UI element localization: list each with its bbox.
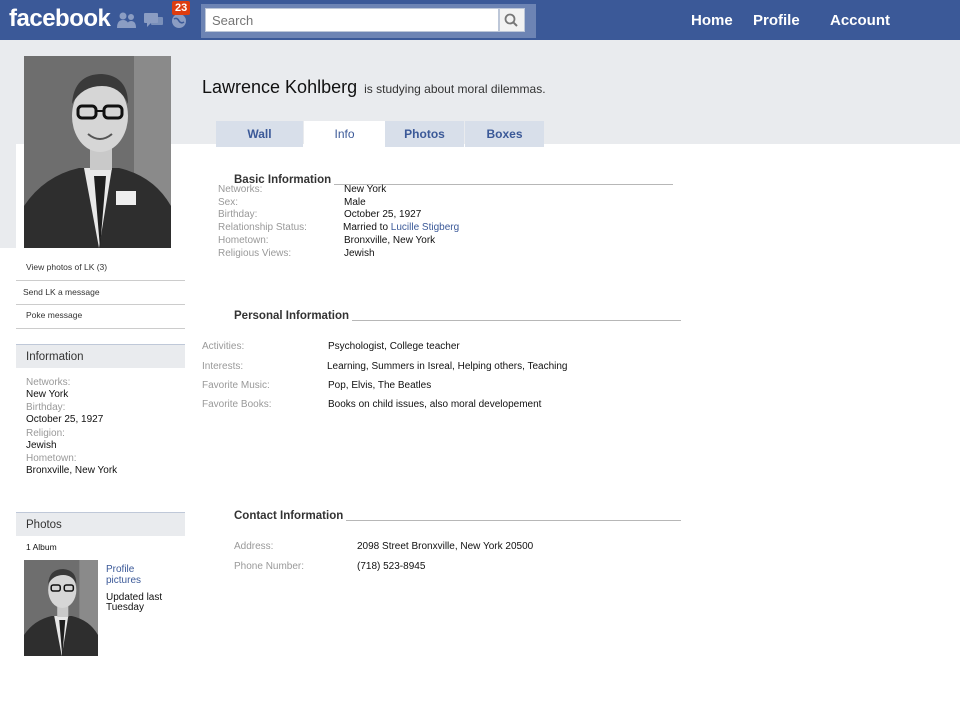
section-rule — [352, 320, 681, 321]
divider — [16, 280, 185, 281]
search-input[interactable] — [205, 8, 499, 32]
contact-phone-label: Phone Number: — [234, 561, 305, 572]
messages-icon[interactable] — [143, 11, 165, 29]
photos-box-heading: Photos — [16, 512, 185, 536]
info-networks-value[interactable]: New York — [26, 389, 68, 400]
profile-name[interactable]: Lawrence Kohlberg — [202, 77, 357, 97]
tab-boxes[interactable]: Boxes — [465, 121, 544, 147]
info-religion-label: Religion: — [26, 428, 65, 439]
personal-interests-value: Learning, Summers in Isreal, Helping oth… — [327, 361, 568, 372]
basic-networks-value[interactable]: New York — [344, 184, 386, 195]
profile-picture[interactable] — [24, 56, 171, 248]
facebook-logo[interactable]: facebook — [9, 5, 111, 33]
profile-name-line: Lawrence Kohlberg is studying about mora… — [202, 77, 546, 98]
tab-info[interactable]: Info — [304, 121, 385, 147]
personal-activities-value: Psychologist, College teacher — [328, 341, 460, 352]
info-birthday-value: October 25, 1927 — [26, 414, 104, 425]
info-networks-label: Networks: — [26, 377, 71, 388]
basic-religious-value: Jewish — [344, 248, 375, 259]
info-hometown-label: Hometown: — [26, 453, 77, 464]
info-birthday-label: Birthday: — [26, 402, 66, 413]
personal-books-value: Books on child issues, also moral develo… — [328, 399, 542, 410]
personal-interests-label: Interests: — [202, 361, 244, 372]
basic-hometown-value: Bronxville, New York — [344, 235, 436, 246]
send-message-link[interactable]: Send LK a message — [23, 287, 188, 297]
section-rule — [346, 520, 681, 521]
personal-music-label: Favorite Music: — [202, 380, 270, 391]
profile-status: is studying about moral dilemmas. — [364, 82, 546, 96]
basic-relationship-value: Married to Lucille Stigberg — [343, 222, 459, 233]
relationship-text: Married to — [343, 222, 391, 233]
contact-phone-value: (718) 523-8945 — [357, 561, 426, 572]
basic-birthday-label: Birthday: — [218, 209, 258, 220]
basic-networks-label: Networks: — [218, 184, 263, 195]
view-photos-link[interactable]: View photos of LK (3) — [26, 262, 191, 272]
contact-address-value: 2098 Street Bronxville, New York 20500 — [357, 541, 534, 552]
basic-relationship-label: Relationship Status: — [218, 222, 307, 233]
album-count: 1 Album — [26, 542, 57, 552]
notification-badge[interactable]: 23 — [172, 1, 191, 15]
nav-account[interactable]: Account — [830, 12, 890, 29]
search-icon — [504, 13, 518, 27]
album-thumbnail-image — [24, 560, 98, 656]
poke-link[interactable]: Poke message — [26, 310, 191, 320]
basic-religious-label: Religious Views: — [218, 248, 292, 259]
album-title-link[interactable]: Profile pictures — [106, 564, 166, 586]
spouse-link[interactable]: Lucille Stigberg — [391, 222, 459, 233]
personal-books-label: Favorite Books: — [202, 399, 272, 410]
personal-activities-label: Activities: — [202, 341, 245, 352]
info-religion-value: Jewish — [26, 440, 57, 451]
personal-music-value: Pop, Elvis, The Beatles — [328, 380, 432, 391]
information-box-heading: Information — [16, 344, 185, 368]
info-hometown-value: Bronxville, New York — [26, 465, 118, 476]
tab-wall[interactable]: Wall — [216, 121, 303, 147]
album-thumbnail[interactable] — [24, 560, 98, 656]
contact-address-label: Address: — [234, 541, 274, 552]
tab-photos[interactable]: Photos — [385, 121, 464, 147]
basic-birthday-value: October 25, 1927 — [344, 209, 422, 220]
basic-hometown-label: Hometown: — [218, 235, 269, 246]
nav-home[interactable]: Home — [691, 12, 733, 29]
left-edge-band — [0, 144, 16, 248]
search-button[interactable] — [499, 8, 525, 32]
basic-sex-label: Sex: — [218, 197, 239, 208]
nav-profile[interactable]: Profile — [753, 12, 800, 29]
contact-info-title: Contact Information — [234, 510, 344, 522]
profile-photo-image — [24, 56, 171, 248]
friend-requests-icon[interactable] — [116, 11, 138, 29]
basic-sex-value: Male — [344, 197, 366, 208]
album-updated: Updated last Tuesday — [106, 592, 163, 613]
divider — [16, 328, 185, 329]
divider — [16, 304, 185, 305]
personal-info-title: Personal Information — [234, 310, 350, 322]
